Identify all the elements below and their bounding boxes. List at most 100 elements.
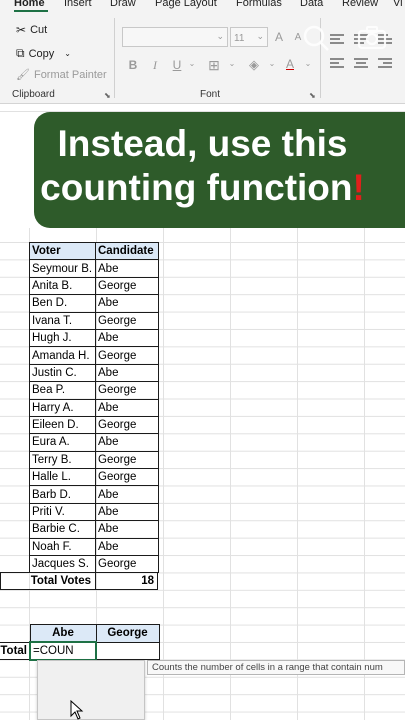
candidate-cell[interactable]: George — [95, 311, 159, 330]
chevron-down-icon[interactable]: ⌄ — [224, 59, 240, 68]
voter-cell[interactable]: Harry A. — [29, 398, 96, 417]
candidate-cell[interactable]: Abe — [95, 433, 159, 452]
cut-button[interactable]: ✂ Cut — [16, 23, 47, 37]
candidate-cell[interactable]: George — [95, 468, 159, 487]
align-top-icon[interactable] — [330, 34, 344, 46]
bold-button[interactable]: B — [125, 58, 141, 72]
tab-review[interactable]: Review — [342, 0, 378, 9]
chevron-down-icon[interactable]: ⌄ — [264, 59, 280, 68]
candidate-cell[interactable]: Abe — [95, 363, 159, 383]
candidate-cell[interactable]: George — [95, 346, 159, 365]
tab-view[interactable]: Vi — [393, 0, 403, 9]
ribbon: ✂ Cut ⧉ Copy ⌄ 🖌 Format Painter Clipboar… — [0, 12, 405, 104]
voter-cell[interactable]: Barbie C. — [29, 520, 96, 539]
clipboard-launcher-icon[interactable]: ⬊ — [104, 91, 111, 100]
align-center-icon[interactable] — [354, 58, 368, 70]
copy-label: Copy — [28, 47, 55, 60]
summary-header-abe[interactable]: Abe — [29, 624, 97, 643]
camera-icon[interactable] — [357, 26, 387, 50]
ribbon-tab-bar: Home Insert Draw Page Layout Formulas Da… — [0, 0, 405, 12]
table-row: Halle L. George — [29, 468, 159, 487]
candidate-cell[interactable]: George — [95, 381, 159, 400]
copy-icon: ⧉ — [16, 46, 25, 60]
underline-button[interactable]: U — [169, 58, 185, 72]
voter-cell[interactable]: Bea P. — [29, 381, 96, 400]
font-color-button[interactable]: A — [282, 57, 298, 71]
chevron-down-icon: ⌄ — [216, 31, 224, 41]
font-name-select[interactable]: ⌄ — [122, 27, 228, 47]
voter-cell[interactable]: Priti V. — [29, 502, 96, 522]
banner-line-1: Instead, use this — [57, 123, 348, 164]
candidate-cell[interactable]: Abe — [95, 294, 159, 313]
formula-cell[interactable]: =COUN — [29, 641, 97, 661]
voter-cell[interactable]: Eura A. — [29, 433, 96, 452]
voter-cell[interactable]: Barb D. — [29, 485, 96, 504]
grow-font-button[interactable]: A — [271, 30, 287, 44]
table-row: Hugh J. Abe — [29, 328, 159, 348]
chevron-down-icon[interactable]: ⌄ — [64, 49, 71, 58]
borders-icon[interactable]: ⊞ — [206, 57, 222, 74]
total-votes-label[interactable]: Total Votes — [0, 572, 95, 590]
format-painter-button[interactable]: 🖌 Format Painter — [16, 68, 107, 82]
voter-cell[interactable]: Ben D. — [29, 294, 96, 313]
candidate-cell[interactable]: George — [95, 415, 159, 435]
table-row: Seymour B. Abe — [29, 259, 159, 278]
candidate-cell[interactable]: Abe — [95, 537, 159, 557]
summary-george-cell[interactable] — [95, 641, 160, 661]
search-icon[interactable] — [302, 24, 330, 52]
voter-cell[interactable]: Seymour B. — [29, 259, 96, 278]
fill-color-icon[interactable]: ◈ — [246, 57, 262, 73]
voter-cell[interactable]: Amanda H. — [29, 346, 96, 365]
candidate-cell[interactable]: George — [95, 276, 159, 296]
candidate-cell[interactable]: George — [95, 450, 159, 470]
candidate-cell[interactable]: Abe — [95, 520, 159, 539]
table-row: Harry A. Abe — [29, 398, 159, 417]
total-votes-row: Total Votes 18 — [0, 572, 158, 590]
candidate-cell[interactable]: Abe — [95, 502, 159, 522]
chevron-down-icon[interactable]: ⌄ — [300, 59, 316, 68]
chevron-down-icon[interactable]: ⌄ — [184, 59, 200, 68]
italic-button[interactable]: I — [147, 58, 163, 73]
table-row: Priti V. Abe — [29, 502, 159, 522]
formula-bar-area — [0, 104, 405, 112]
mouse-cursor-icon — [70, 700, 84, 720]
copy-button[interactable]: ⧉ Copy ⌄ — [16, 46, 71, 61]
chevron-down-icon: ⌄ — [256, 31, 264, 41]
candidate-cell[interactable]: Abe — [95, 398, 159, 417]
tab-formulas[interactable]: Formulas — [236, 0, 282, 9]
font-launcher-icon[interactable]: ⬊ — [309, 91, 316, 100]
align-right-icon[interactable] — [378, 58, 392, 70]
voter-cell[interactable]: Justin C. — [29, 363, 96, 383]
banner-line-2-text: counting function — [40, 167, 353, 208]
summary-header-george[interactable]: George — [95, 624, 160, 643]
voter-cell[interactable]: Noah F. — [29, 537, 96, 557]
voter-cell[interactable]: Jacques S. — [29, 555, 96, 574]
font-size-select[interactable]: 11 ⌄ — [230, 27, 268, 47]
candidate-cell[interactable]: Abe — [95, 328, 159, 348]
voter-cell[interactable]: Terry B. — [29, 450, 96, 470]
candidate-cell[interactable]: Abe — [95, 259, 159, 278]
voter-cell[interactable]: Halle L. — [29, 468, 96, 487]
tab-home[interactable]: Home — [14, 0, 45, 9]
header-candidate[interactable]: Candidate — [95, 241, 159, 261]
align-left-icon[interactable] — [330, 58, 344, 70]
clipboard-group-label: Clipboard — [12, 89, 55, 100]
voter-cell[interactable]: Ivana T. — [29, 311, 96, 330]
tab-draw[interactable]: Draw — [110, 0, 136, 9]
candidate-cell[interactable]: George — [95, 555, 159, 574]
tab-page-layout[interactable]: Page Layout — [155, 0, 217, 9]
header-voter[interactable]: Voter — [29, 241, 96, 261]
tab-data[interactable]: Data — [300, 0, 323, 9]
voter-cell[interactable]: Eileen D. — [29, 415, 96, 435]
voter-cell[interactable]: Anita B. — [29, 276, 96, 296]
banner-line-2: counting function! — [0, 168, 405, 208]
function-autocomplete-list[interactable] — [37, 660, 145, 720]
table-row: Eileen D. George — [29, 415, 159, 435]
candidate-cell[interactable]: Abe — [95, 485, 159, 504]
tab-insert[interactable]: Insert — [64, 0, 92, 9]
summary-total-label[interactable]: Total — [0, 642, 29, 660]
font-size-value: 11 — [234, 33, 245, 44]
total-votes-value[interactable]: 18 — [95, 572, 158, 590]
format-painter-label: Format Painter — [33, 68, 107, 81]
voter-cell[interactable]: Hugh J. — [29, 328, 96, 348]
